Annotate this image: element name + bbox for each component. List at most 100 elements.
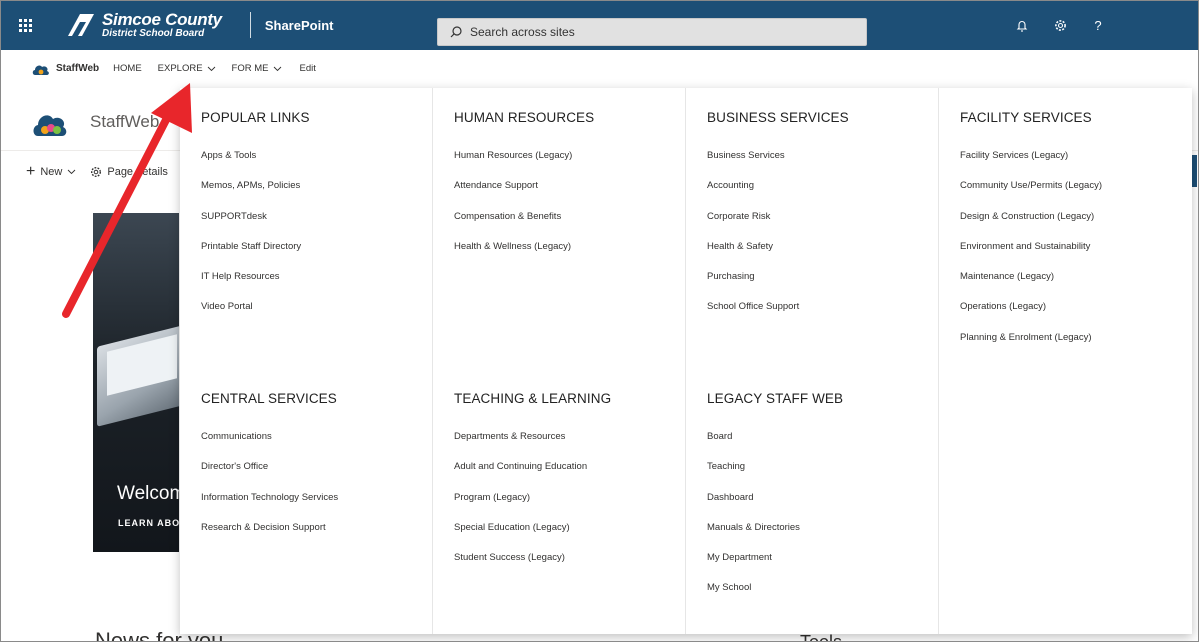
hub-nav-home-label: HOME (113, 63, 142, 74)
menu-link[interactable]: School Office Support (707, 301, 799, 312)
chevron-down-icon (273, 66, 281, 71)
menu-section-popular-links: POPULAR LINKS Apps & Tools Memos, APMs, … (201, 110, 431, 327)
menu-link[interactable]: Departments & Resources (454, 431, 565, 442)
suite-bar: Simcoe County District School Board Shar… (0, 0, 1199, 50)
menu-link[interactable]: Planning & Enrolment (Legacy) (960, 332, 1092, 343)
brand-logo[interactable]: Simcoe County District School Board (66, 0, 222, 50)
bell-icon (1016, 20, 1028, 32)
menu-link[interactable]: Operations (Legacy) (960, 301, 1046, 312)
menu-link[interactable]: Attendance Support (454, 180, 538, 191)
mega-menu-column: POPULAR LINKS Apps & Tools Memos, APMs, … (180, 88, 433, 634)
menu-link-list: Business Services Accounting Corporate R… (707, 145, 937, 327)
hero-banner[interactable]: Welcome LEARN ABOUT (93, 213, 179, 552)
menu-section-human-resources: HUMAN RESOURCES Human Resources (Legacy)… (454, 110, 684, 266)
menu-heading: HUMAN RESOURCES (454, 110, 595, 125)
menu-link[interactable]: SUPPORTdesk (201, 211, 267, 222)
gear-icon (1054, 19, 1066, 31)
menu-link[interactable]: Human Resources (Legacy) (454, 150, 572, 161)
menu-link[interactable]: Director's Office (201, 461, 268, 472)
menu-link[interactable]: Special Education (Legacy) (454, 522, 570, 533)
menu-link[interactable]: Communications (201, 431, 272, 442)
page-details-button[interactable]: Page details (90, 166, 168, 178)
page-details-label: Page details (107, 165, 168, 178)
mega-menu-column: HUMAN RESOURCES Human Resources (Legacy)… (432, 88, 685, 634)
hub-navigation: StaffWeb HOME EXPLORE FOR ME Edit (0, 50, 1199, 87)
hub-nav-explore[interactable]: EXPLORE (158, 63, 216, 74)
search-box[interactable] (437, 18, 867, 46)
menu-section-business-services: BUSINESS SERVICES Business Services Acco… (707, 110, 937, 327)
suite-actions: ? (1013, 13, 1107, 37)
menu-link-list: Human Resources (Legacy) Attendance Supp… (454, 145, 684, 266)
menu-link[interactable]: Maintenance (Legacy) (960, 271, 1054, 282)
menu-link[interactable]: Adult and Continuing Education (454, 461, 587, 472)
right-accent-bar (1192, 155, 1197, 187)
menu-link[interactable]: My School (707, 582, 751, 593)
menu-link[interactable]: Memos, APMs, Policies (201, 180, 300, 191)
menu-link[interactable]: Video Portal (201, 301, 253, 312)
menu-section-facility-services: FACILITY SERVICES Facility Services (Leg… (960, 110, 1190, 357)
sharepoint-app-link[interactable]: SharePoint (265, 18, 334, 33)
hub-nav-home[interactable]: HOME (113, 63, 142, 74)
new-button-label: New (40, 165, 63, 178)
menu-link[interactable]: Community Use/Permits (Legacy) (960, 180, 1102, 191)
hub-site-name[interactable]: StaffWeb (56, 63, 99, 74)
menu-link[interactable]: Board (707, 431, 732, 442)
hub-nav-edit-link[interactable]: Edit (300, 63, 316, 74)
hero-welcome-text: Welcome (117, 483, 179, 504)
site-title[interactable]: StaffWeb (90, 112, 159, 132)
chevron-down-icon (207, 66, 215, 71)
mega-menu-column: BUSINESS SERVICES Business Services Acco… (685, 88, 938, 634)
chevron-down-icon (68, 169, 76, 174)
new-button[interactable]: + New (26, 163, 76, 180)
menu-link-list: Communications Director's Office Informa… (201, 426, 431, 547)
menu-link[interactable]: Student Success (Legacy) (454, 552, 565, 563)
menu-link[interactable]: Business Services (707, 150, 785, 161)
menu-heading: FACILITY SERVICES (960, 110, 1092, 125)
menu-section-central-services: CENTRAL SERVICES Communications Director… (201, 391, 431, 547)
menu-link[interactable]: Environment and Sustainability (960, 241, 1090, 252)
help-button[interactable]: ? (1089, 13, 1107, 37)
search-icon (450, 26, 462, 38)
menu-link[interactable]: My Department (707, 552, 772, 563)
menu-link[interactable]: Health & Safety (707, 241, 773, 252)
hub-nav-explore-label: EXPLORE (157, 63, 203, 74)
explore-mega-menu: POPULAR LINKS Apps & Tools Memos, APMs, … (180, 88, 1192, 634)
menu-link-list: Apps & Tools Memos, APMs, Policies SUPPO… (201, 145, 431, 327)
notifications-button[interactable] (1013, 13, 1031, 37)
menu-link[interactable]: Apps & Tools (201, 150, 256, 161)
menu-link-list: Facility Services (Legacy) Community Use… (960, 145, 1190, 357)
menu-link[interactable]: Research & Decision Support (201, 522, 326, 533)
menu-heading: CENTRAL SERVICES (201, 391, 337, 406)
menu-link-list: Board Teaching Dashboard Manuals & Direc… (707, 426, 937, 608)
hub-nav-for-me[interactable]: FOR ME (232, 63, 282, 74)
suite-divider (249, 12, 251, 38)
app-launcher-button[interactable] (0, 0, 50, 50)
menu-link[interactable]: Dashboard (707, 492, 753, 503)
gear-icon (91, 166, 102, 177)
staffweb-logo-icon (32, 65, 49, 75)
site-logo-icon (33, 115, 67, 136)
menu-link[interactable]: IT Help Resources (201, 271, 280, 282)
menu-link[interactable]: Purchasing (707, 271, 755, 282)
menu-link[interactable]: Program (Legacy) (454, 492, 530, 503)
menu-link-list: Departments & Resources Adult and Contin… (454, 426, 684, 577)
brand-line2: District School Board (102, 28, 205, 39)
menu-link[interactable]: Compensation & Benefits (454, 211, 561, 222)
menu-link[interactable]: Information Technology Services (201, 492, 338, 503)
menu-link[interactable]: Teaching (707, 461, 745, 472)
hero-learn-link[interactable]: LEARN ABOUT (118, 518, 179, 528)
menu-link[interactable]: Facility Services (Legacy) (960, 150, 1068, 161)
menu-link[interactable]: Accounting (707, 180, 754, 191)
menu-link[interactable]: Corporate Risk (707, 211, 770, 222)
menu-section-teaching-learning: TEACHING & LEARNING Departments & Resour… (454, 391, 684, 577)
brand-logo-mark-icon (68, 14, 94, 36)
menu-link[interactable]: Health & Wellness (Legacy) (454, 241, 571, 252)
hub-nav-for-me-label: FOR ME (231, 63, 269, 74)
search-input[interactable] (470, 25, 850, 39)
menu-link[interactable]: Design & Construction (Legacy) (960, 211, 1094, 222)
menu-link[interactable]: Printable Staff Directory (201, 241, 301, 252)
menu-heading: LEGACY STAFF WEB (707, 391, 844, 406)
menu-link[interactable]: Manuals & Directories (707, 522, 800, 533)
menu-heading: TEACHING & LEARNING (454, 391, 612, 406)
settings-button[interactable] (1051, 13, 1069, 37)
